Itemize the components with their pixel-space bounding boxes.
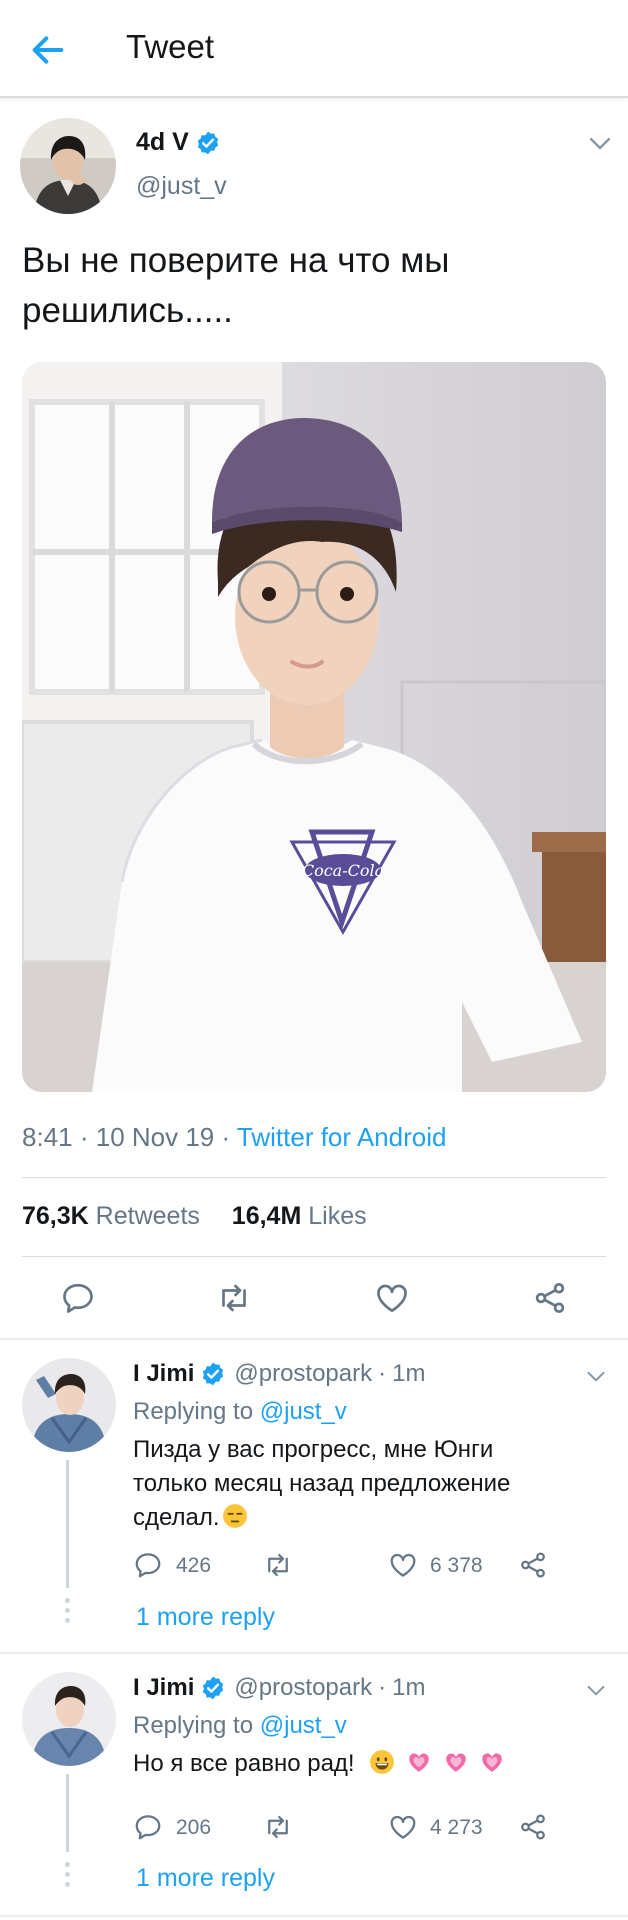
- reply-icon[interactable]: [60, 1280, 96, 1316]
- retweets-label[interactable]: Retweets: [96, 1202, 200, 1230]
- divider: [0, 1915, 628, 1917]
- thread-dot: [65, 1862, 70, 1867]
- verified-badge-icon: [197, 131, 218, 154]
- chevron-down-icon[interactable]: [586, 1370, 606, 1384]
- reply-author-handle: @prostopark: [234, 1360, 373, 1387]
- reply-icon[interactable]: [133, 1812, 163, 1842]
- like-count: 4 273: [430, 1816, 483, 1839]
- tweet-time: 8:41: [22, 1122, 73, 1152]
- reply-time: 1m: [392, 1674, 426, 1701]
- reply-text-line: Пизда у вас прогресс, мне Юнги: [133, 1436, 494, 1463]
- thread-dot: [65, 1608, 70, 1613]
- reply-time: 1m: [392, 1360, 426, 1387]
- reply-author-name[interactable]: I Jimi: [133, 1360, 194, 1388]
- shirt-logo-text: Coca-Cola: [302, 861, 384, 880]
- reply-text-line: сделал.: [133, 1501, 593, 1535]
- avatar[interactable]: [22, 1358, 116, 1452]
- author-name[interactable]: 4d V: [136, 128, 221, 157]
- reply-text-line: Но я все равно рад!: [133, 1747, 593, 1781]
- likes-count[interactable]: 16,4M: [232, 1202, 301, 1230]
- like-count: 6 378: [430, 1554, 483, 1577]
- sparkling-heart-icon: [445, 1753, 466, 1772]
- thread-dot: [65, 1598, 70, 1603]
- more-replies-link[interactable]: 1 more reply: [136, 1603, 275, 1632]
- replying-prefix: Replying to: [133, 1398, 254, 1425]
- chevron-down-icon[interactable]: [586, 1684, 606, 1698]
- tweet-text: Вы не поверите на что мы решились.....: [22, 236, 602, 336]
- reply-text: Но я все равно рад!: [133, 1747, 593, 1781]
- replying-to: Replying to @just_v: [133, 1712, 347, 1740]
- replying-to: Replying to @just_v: [133, 1398, 347, 1426]
- avatar[interactable]: [22, 1672, 116, 1766]
- verified-badge-icon: [203, 1676, 224, 1700]
- replying-to-link[interactable]: @just_v: [260, 1712, 347, 1739]
- retweet-icon[interactable]: [216, 1280, 252, 1316]
- replying-to-link[interactable]: @just_v: [260, 1398, 347, 1425]
- unamused-emoji-icon: [222, 1504, 247, 1528]
- chevron-down-icon[interactable]: [588, 136, 612, 152]
- thread-line: [66, 1460, 69, 1588]
- page-title: Tweet: [126, 28, 215, 65]
- top-bar: Tweet: [0, 0, 628, 98]
- reply-count: 206: [176, 1816, 212, 1839]
- replying-prefix: Replying to: [133, 1712, 254, 1739]
- tweet-timestamp: 8:41 · 10 Nov 19 · Twitter for Android: [22, 1122, 447, 1152]
- author-handle: @just_v: [136, 172, 227, 200]
- tweet-date: 10 Nov 19: [95, 1122, 215, 1152]
- sparkling-heart-icon: [482, 1753, 503, 1772]
- like-icon[interactable]: [388, 1550, 418, 1580]
- share-icon[interactable]: [518, 1812, 548, 1842]
- retweet-icon[interactable]: [263, 1550, 293, 1580]
- sparkling-heart-icon: [409, 1753, 429, 1772]
- likes-label[interactable]: Likes: [308, 1202, 366, 1230]
- reply-text-line: только месяц назад предложение: [133, 1470, 511, 1497]
- tweet-text-line: Вы не поверите на что мы: [22, 241, 450, 280]
- divider: [0, 1338, 628, 1340]
- reply-header: I Jimi @prostopark · 1m: [133, 1674, 426, 1702]
- reply-icon[interactable]: [133, 1550, 163, 1580]
- reply-author-name[interactable]: I Jimi: [133, 1674, 194, 1702]
- tweet-stats: 76,3K Retweets 16,4M Likes: [22, 1202, 367, 1231]
- thread-dot: [65, 1618, 70, 1623]
- thread-dot: [65, 1872, 70, 1877]
- reply-text: Пизда у вас прогресс, мне Юнги только ме…: [133, 1433, 593, 1535]
- thread-dot: [65, 1882, 70, 1887]
- verified-badge-icon: [203, 1362, 224, 1386]
- retweet-icon[interactable]: [263, 1812, 293, 1842]
- reply-count: 426: [176, 1554, 212, 1577]
- share-icon[interactable]: [532, 1280, 568, 1316]
- grinning-emoji-icon: [370, 1750, 395, 1774]
- reply-header: I Jimi @prostopark · 1m: [133, 1360, 426, 1388]
- avatar[interactable]: [20, 118, 116, 214]
- divider: [22, 1177, 606, 1178]
- tweet-photo[interactable]: Coca-Cola: [22, 362, 606, 1092]
- author-name-text: 4d V: [136, 128, 189, 156]
- divider: [22, 1256, 606, 1257]
- more-replies-link[interactable]: 1 more reply: [136, 1864, 275, 1893]
- like-icon[interactable]: [388, 1812, 418, 1842]
- thread-line: [66, 1774, 69, 1852]
- arrow-left-icon[interactable]: [28, 30, 68, 70]
- share-icon[interactable]: [518, 1550, 548, 1580]
- reply-author-handle: @prostopark: [234, 1674, 373, 1701]
- retweets-count[interactable]: 76,3K: [22, 1202, 89, 1230]
- tweet-text-line: решились.....: [22, 291, 233, 330]
- divider: [0, 1652, 628, 1654]
- like-icon[interactable]: [374, 1280, 410, 1316]
- tweet-source-link[interactable]: Twitter for Android: [237, 1122, 447, 1152]
